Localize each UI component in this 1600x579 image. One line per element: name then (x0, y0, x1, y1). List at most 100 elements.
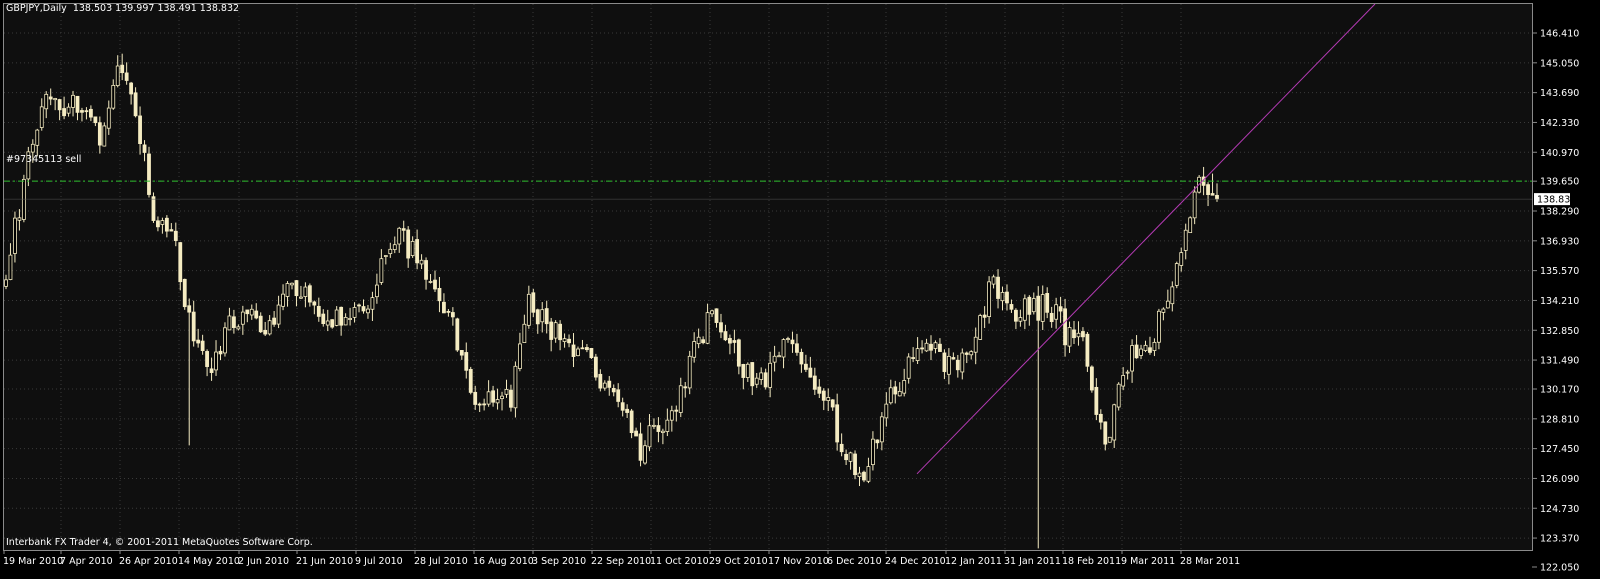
candle-body (294, 280, 299, 297)
candle-body (254, 310, 259, 319)
candle-body (124, 72, 129, 81)
candle-body (973, 336, 978, 353)
candle-body (996, 276, 1000, 299)
candle-body (482, 403, 487, 406)
x-tick-label: 31 Jan 2011 (1004, 556, 1061, 567)
candle-body (522, 323, 527, 343)
candle-body (1103, 421, 1108, 445)
candle-body (643, 445, 647, 464)
candle-body (812, 375, 817, 390)
candle-body (406, 229, 411, 259)
candle-body (790, 339, 795, 345)
candle-body (129, 82, 134, 95)
candle-body (629, 410, 634, 434)
candle-body (379, 258, 384, 283)
candle-body (893, 386, 898, 395)
candle-body (240, 311, 245, 325)
candle-body (571, 344, 576, 357)
candle-body (339, 306, 344, 326)
candle-body (1210, 193, 1215, 196)
candle-body (187, 305, 192, 313)
candle-body (1170, 286, 1175, 305)
candle-body (205, 351, 209, 367)
candle-body (593, 356, 598, 378)
candle-body (821, 390, 826, 401)
x-tick-label: 26 Apr 2010 (119, 556, 178, 567)
candle-body (446, 310, 451, 313)
candle-body (589, 348, 594, 359)
candle-body (888, 387, 893, 404)
candle-body (558, 323, 563, 341)
candle-body (1183, 229, 1188, 251)
candle-body (450, 312, 455, 318)
candle-body (138, 115, 142, 145)
candle-body (897, 390, 902, 397)
candle-body (875, 439, 880, 444)
candle-body (1067, 327, 1072, 347)
candle-body (486, 391, 491, 405)
candle-body (1188, 217, 1193, 234)
x-tick-label: 16 Aug 2010 (473, 556, 534, 567)
candle-body (459, 350, 464, 356)
candle-body (669, 410, 674, 421)
candle-body (960, 352, 965, 373)
y-tick-label: 135.570 (1540, 266, 1579, 277)
candle-body (442, 301, 446, 314)
chart-window: { "header": { "symbol_timeframe": "GBPJP… (0, 0, 1600, 579)
candle-body (178, 242, 183, 283)
candle-body (835, 404, 840, 443)
candle-body (768, 362, 773, 388)
candle-body (1022, 298, 1027, 321)
y-tick-label: 124.730 (1540, 504, 1579, 515)
candle-body (826, 397, 831, 401)
candle-body (942, 352, 947, 372)
y-tick-label: 128.810 (1540, 414, 1579, 425)
x-tick-label: 19 Mar 2010 (3, 556, 63, 567)
candle-body (66, 106, 71, 114)
candle-body (736, 339, 741, 367)
candle-body (719, 322, 723, 333)
candle-body (477, 403, 482, 406)
candle-body (290, 282, 294, 286)
candle-body (424, 260, 428, 280)
candle-body (1076, 332, 1081, 338)
trend-line[interactable] (916, 3, 1376, 475)
candle-body (142, 144, 147, 153)
order-line-label[interactable]: #97345113 sell (6, 154, 81, 166)
candle-body (419, 259, 424, 265)
candle-body (647, 425, 652, 448)
candle-body (517, 343, 522, 369)
candle-body (437, 287, 442, 302)
candle-body (1000, 291, 1005, 302)
candle-body (245, 309, 250, 315)
candle-body (1031, 298, 1036, 313)
candle-body (392, 244, 397, 250)
candle-body (39, 106, 44, 128)
candle-body (1157, 310, 1161, 343)
candle-body (951, 357, 956, 360)
candle-body (263, 329, 268, 335)
candle-body (352, 307, 357, 318)
candle-body (500, 395, 504, 399)
candle-body (830, 399, 835, 408)
candle-body (249, 308, 254, 316)
candle-body (817, 386, 822, 394)
candle-body (267, 320, 272, 335)
candle-body (276, 304, 281, 325)
candle-body (321, 313, 326, 325)
candle-body (1098, 413, 1103, 423)
candle-body (361, 306, 366, 312)
candle-body (115, 65, 120, 87)
candle-body (638, 433, 643, 461)
candle-body (978, 315, 983, 340)
x-tick-label: 14 May 2010 (178, 556, 240, 567)
candle-body (312, 301, 317, 306)
candle-body (848, 452, 853, 462)
y-tick-label: 131.490 (1540, 356, 1579, 367)
candle-body (57, 99, 62, 111)
candle-body (8, 254, 13, 280)
candle-body (607, 380, 612, 388)
candle-body (803, 363, 808, 370)
candle-body (710, 310, 714, 315)
y-tick-label: 146.410 (1540, 29, 1579, 40)
